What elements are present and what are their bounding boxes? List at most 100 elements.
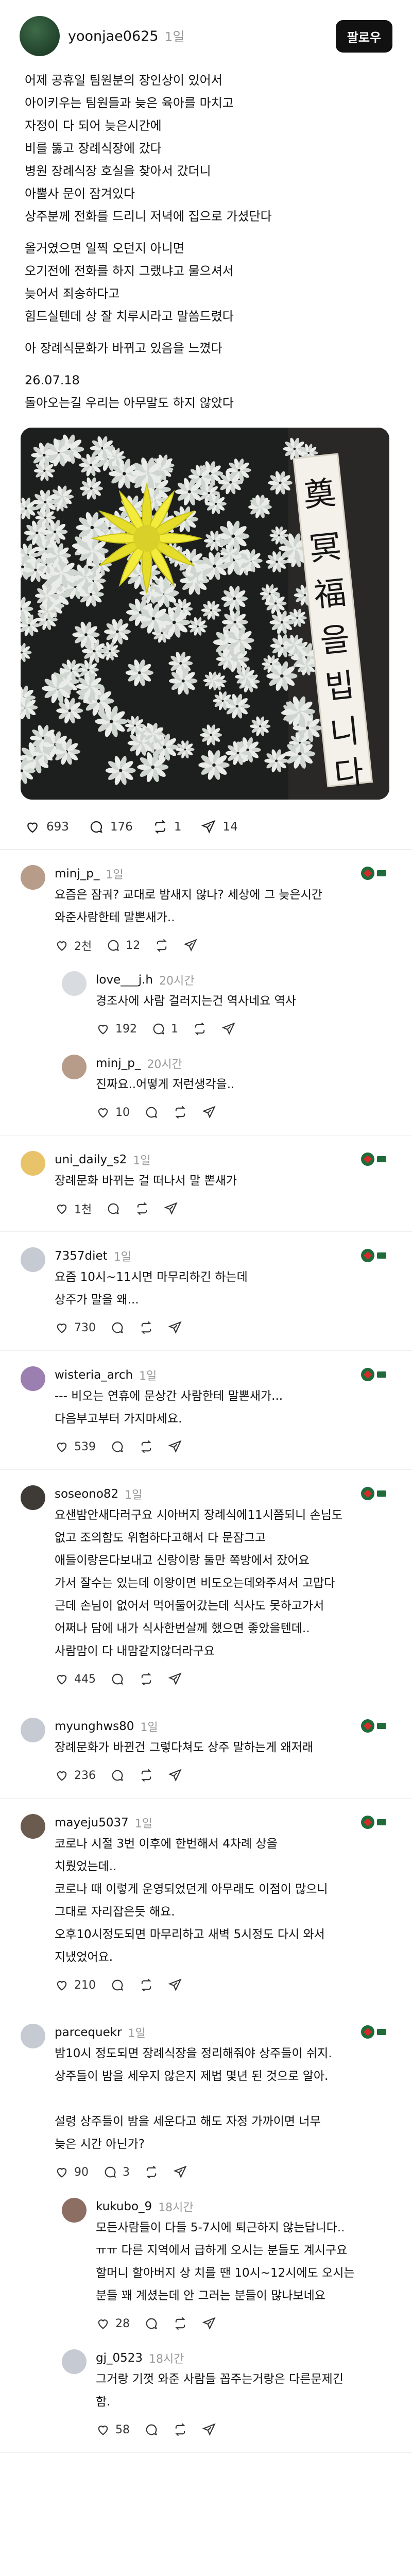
share-button[interactable] [202,2422,216,2437]
comment-username[interactable]: wisteria_arch [55,1368,133,1382]
comment-button[interactable] [110,1672,125,1686]
avatar[interactable] [62,1055,87,1079]
comment-time: 20시간 [159,975,195,988]
avatar[interactable] [21,1718,45,1742]
repost-button[interactable] [173,2422,187,2437]
comment-button[interactable] [144,2422,159,2437]
comment-text-line: 요즘은 잠궈? 교대로 밤새지 않나? 세상에 그 늦은시간 [55,888,322,902]
avatar[interactable] [21,1366,45,1391]
comment-username[interactable]: gj_0523 [96,2351,143,2365]
comment-username[interactable]: myunghws80 [55,1720,134,1733]
repost-button[interactable] [139,1672,153,1686]
share-button[interactable] [168,1320,182,1335]
share-button[interactable] [173,2165,187,2179]
like-button[interactable]: 28 [96,2316,130,2331]
avatar[interactable] [62,2198,87,2223]
avatar[interactable] [21,1814,45,1839]
comment-username[interactable]: soseono82 [55,1487,118,1501]
comment-button[interactable] [110,1320,125,1335]
repost-icon [137,1202,147,1215]
follow-button[interactable]: 팔로우 [335,20,392,53]
like-button[interactable]: 236 [55,1768,96,1783]
avatar[interactable] [21,1485,45,1510]
heart-icon [57,941,67,951]
avatar[interactable] [62,971,87,996]
avatar[interactable] [20,16,60,56]
avatar[interactable] [62,2349,87,2374]
comment-button[interactable] [144,2316,159,2331]
like-count: 1천 [74,1204,92,1216]
comment-button[interactable]: 176 [89,819,133,835]
post-username[interactable]: yoonjae0625 [68,28,159,44]
send-icon [201,820,216,834]
avatar[interactable] [21,1151,45,1176]
share-button[interactable] [164,1201,178,1216]
comment-username[interactable]: minj_p_ [96,1057,141,1070]
comment-button[interactable] [110,1978,125,1992]
comment-button[interactable] [144,1105,159,1120]
comment-username[interactable]: mayeju5037 [55,1816,129,1829]
share-button[interactable] [202,1105,216,1120]
heart-icon [98,2319,108,2329]
repost-button[interactable]: 1 [152,819,181,835]
comment-username[interactable]: kukubo_9 [96,2200,152,2213]
like-button[interactable]: 539 [55,1439,96,1454]
repost-button[interactable] [139,1978,153,1992]
repost-button[interactable] [139,1768,153,1783]
like-button[interactable]: 90 [55,2165,89,2179]
like-button[interactable]: 192 [96,1022,137,1036]
share-button[interactable] [168,1439,182,1454]
comment-icon [112,1322,123,1333]
comment-button[interactable] [110,1439,125,1454]
avatar[interactable] [21,1247,45,1272]
avatar[interactable] [21,865,45,890]
like-button[interactable]: 58 [96,2422,130,2437]
repost-button[interactable] [139,1439,153,1454]
comment-text-line: 지냈었어요. [55,1951,113,1964]
comment-time: 18시간 [149,2353,184,2366]
share-button[interactable] [168,1672,182,1686]
funeral-wreath-image[interactable]: 奠 冥 福 을 빕 니 다 [21,428,389,800]
share-button[interactable] [168,1978,182,1992]
comment-header: uni_daily_s2 1일 [55,1151,391,1168]
comment-username[interactable]: parcequekr [55,2026,122,2039]
comment-icon [90,821,102,833]
like-count: 539 [74,1440,96,1453]
like-button[interactable]: 1천 [55,1200,92,1217]
send-icon [202,2423,216,2436]
avatar[interactable] [21,2024,45,2048]
post-meta: yoonjae0625 1일 [68,27,336,45]
comment-username[interactable]: minj_p_ [55,867,99,880]
repost-button[interactable] [135,1201,149,1216]
comment-button[interactable]: 1 [151,1022,178,1036]
like-button[interactable]: 210 [55,1978,96,1992]
reply-item: kukubo_9 18시간 모든사람들이 다들 5-7시에 퇴근하지 않는답니다..… [0,2182,412,2334]
share-button[interactable] [183,938,198,953]
like-button[interactable]: 10 [96,1105,130,1120]
repost-button[interactable] [173,1105,187,1120]
comment-username[interactable]: love___j.h [96,973,153,987]
like-button[interactable]: 693 [25,819,69,835]
comment-time: 1일 [125,1489,143,1502]
repost-button[interactable] [173,2316,187,2331]
share-button[interactable]: 14 [201,819,238,835]
comment-button[interactable] [106,1201,121,1216]
reply-item: gj_0523 18시간 그거랑 기껏 와준 사람들 꼽주는거랑은 다른문제긴 함. 5… [0,2334,412,2440]
comment-username[interactable]: 7357diet [55,1249,108,1263]
repost-button[interactable] [154,938,169,953]
share-button[interactable] [202,2316,216,2331]
like-button[interactable]: 730 [55,1320,96,1335]
repost-button[interactable] [139,1320,153,1335]
share-button[interactable] [168,1768,182,1783]
comment-item: myunghws80 1일 장례문화가 바뀐건 그렇다쳐도 상주 말하는게 왜저래 2… [0,1702,412,1786]
comment-button[interactable]: 3 [103,2165,130,2179]
send-icon [168,1769,182,1782]
share-button[interactable] [221,1022,236,1036]
like-button[interactable]: 2천 [55,937,92,954]
repost-button[interactable] [193,1022,207,1036]
comment-button[interactable] [110,1768,125,1783]
repost-button[interactable] [144,2165,159,2179]
like-button[interactable]: 445 [55,1672,96,1686]
comment-username[interactable]: uni_daily_s2 [55,1153,127,1166]
comment-button[interactable]: 12 [106,938,140,953]
